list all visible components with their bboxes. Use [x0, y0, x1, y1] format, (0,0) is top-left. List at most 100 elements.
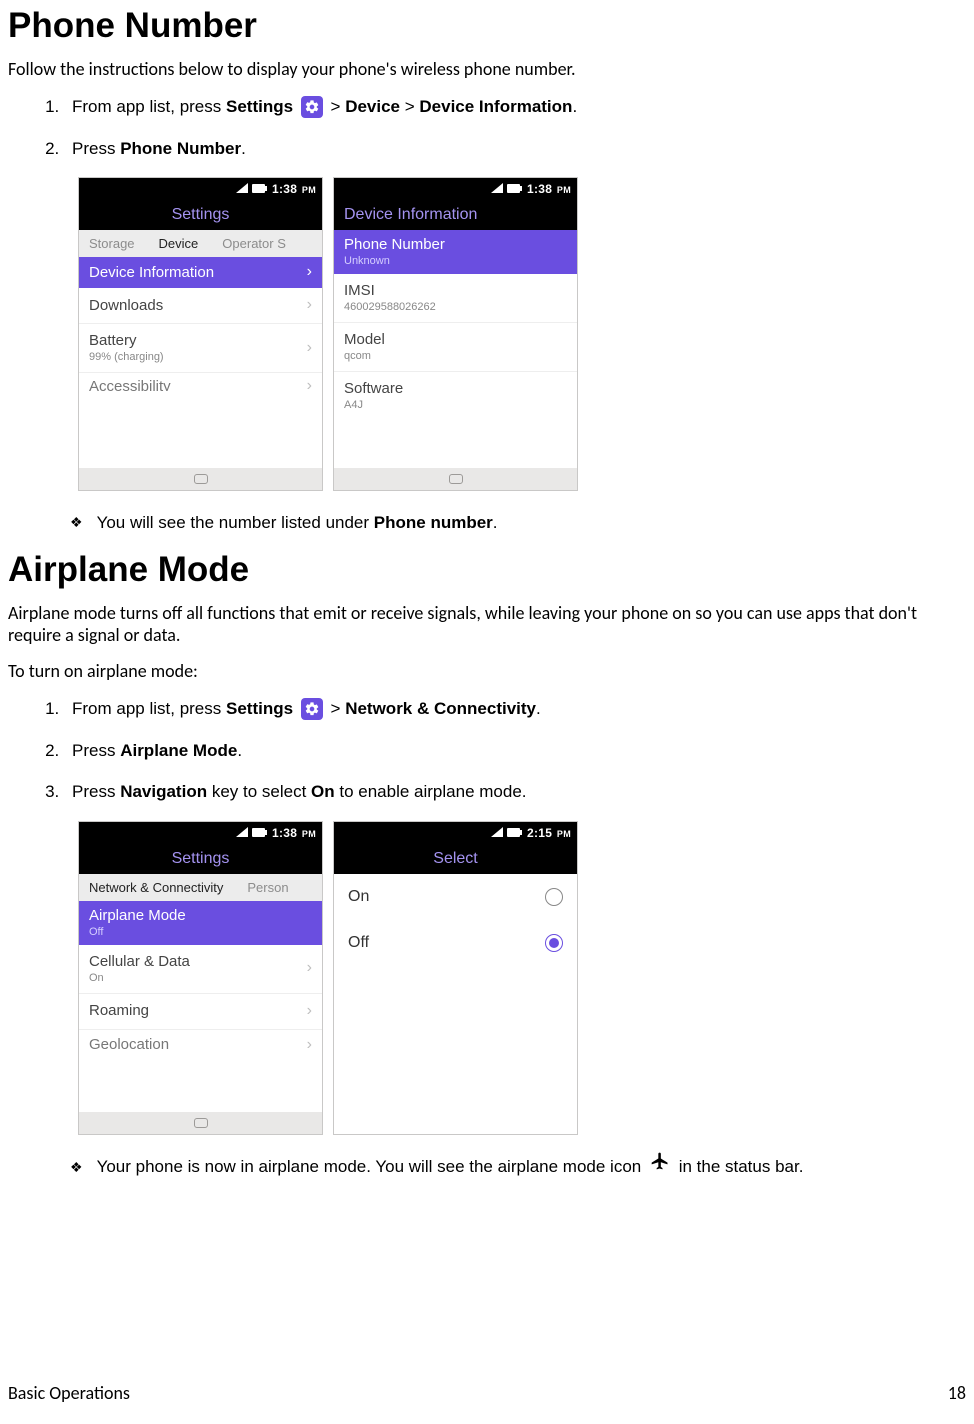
- row-sub: qcom: [344, 350, 385, 362]
- time-value: 1:38: [527, 182, 552, 196]
- status-bar: 2:15 PM: [334, 822, 577, 844]
- screenshots-phone-number: 1:38 PM Settings Storage Device Operator…: [78, 177, 966, 491]
- text: .: [237, 741, 242, 760]
- bold-phone-number: Phone Number: [120, 139, 241, 158]
- tab-storage[interactable]: Storage: [89, 236, 135, 251]
- time-ampm: PM: [557, 185, 571, 195]
- note-item: Your phone is now in airplane mode. You …: [70, 1153, 966, 1182]
- text: key to select: [207, 782, 311, 801]
- airplane-icon: [650, 1151, 670, 1179]
- chevron-right-icon: ›: [307, 1036, 312, 1052]
- row-roaming[interactable]: Roaming ›: [79, 994, 322, 1030]
- nav-bar: [334, 468, 577, 490]
- chevron-right-icon: ›: [307, 1002, 312, 1020]
- text: .: [493, 513, 498, 532]
- text: You will see the number listed under: [97, 513, 374, 532]
- note-item: You will see the number listed under Pho…: [70, 509, 966, 536]
- chevron-right-icon: ›: [307, 296, 312, 314]
- nav-bar: [79, 468, 322, 490]
- battery-icon: [507, 826, 523, 840]
- note-phone-number: You will see the number listed under Pho…: [70, 509, 966, 536]
- nav-pill-icon: [194, 1118, 208, 1128]
- screen-header: Select: [334, 844, 577, 874]
- status-bar: 1:38 PM: [79, 822, 322, 844]
- row-title: IMSI: [344, 282, 375, 299]
- phone-number-steps: From app list, press Settings > Device >…: [64, 94, 966, 161]
- footer-section: Basic Operations: [8, 1382, 130, 1404]
- row-sub: Unknown: [344, 255, 445, 267]
- screen-header: Settings: [79, 844, 322, 874]
- text: .: [572, 97, 577, 116]
- text: Press: [72, 782, 120, 801]
- row-title: Downloads: [89, 297, 163, 314]
- footer-page-number: 18: [948, 1382, 966, 1404]
- time-ampm: PM: [302, 185, 316, 195]
- bold-settings: Settings: [226, 699, 293, 718]
- bold-device: Device: [345, 97, 400, 116]
- status-time: 1:38 PM: [272, 826, 316, 840]
- row-phone-number[interactable]: Phone Number Unknown: [334, 230, 577, 274]
- row-sub: 460029588026262: [344, 301, 436, 313]
- row-title: Airplane Mode: [89, 907, 186, 924]
- text: >: [400, 97, 419, 116]
- time-value: 2:15: [527, 826, 552, 840]
- row-title: Device Information: [89, 264, 214, 281]
- row-title: Geolocation: [89, 1036, 169, 1052]
- option-off[interactable]: Off: [334, 920, 577, 966]
- row-battery[interactable]: Battery 99% (charging) ›: [79, 324, 322, 373]
- status-bar: 1:38 PM: [79, 178, 322, 200]
- nav-bar: [79, 1112, 322, 1134]
- row-imsi: IMSI 460029588026262: [334, 274, 577, 323]
- step-3: Press Navigation key to select On to ena…: [64, 779, 966, 805]
- airplane-mode-steps: From app list, press Settings > Network …: [64, 696, 966, 805]
- lead-phone-number: Follow the instructions below to display…: [8, 58, 966, 80]
- option-label: Off: [348, 934, 369, 952]
- step-1: From app list, press Settings > Network …: [64, 696, 966, 722]
- text: >: [331, 699, 346, 718]
- tab-network[interactable]: Network & Connectivity: [89, 880, 223, 895]
- bold-navigation: Navigation: [120, 782, 207, 801]
- text: From app list, press: [72, 97, 226, 116]
- screenshots-airplane-mode: 1:38 PM Settings Network & Connectivity …: [78, 821, 966, 1135]
- bold-on: On: [311, 782, 335, 801]
- row-title: Phone Number: [344, 236, 445, 253]
- chevron-right-icon: ›: [307, 263, 312, 281]
- row-title: Battery: [89, 332, 137, 349]
- bold-airplane-mode: Airplane Mode: [120, 741, 237, 760]
- text: Press: [72, 741, 120, 760]
- row-geolocation[interactable]: Geolocation ›: [79, 1030, 322, 1052]
- screen-header: Settings: [79, 200, 322, 230]
- chevron-right-icon: ›: [307, 339, 312, 357]
- time-value: 1:38: [272, 182, 297, 196]
- sublead-airplane-mode: To turn on airplane mode:: [8, 660, 966, 682]
- text: Press: [72, 139, 120, 158]
- battery-icon: [507, 182, 523, 196]
- bold-phone-number: Phone number: [374, 513, 493, 532]
- status-bar: 1:38 PM: [334, 178, 577, 200]
- bold-settings: Settings: [226, 97, 293, 116]
- radio-checked-icon: [545, 934, 563, 952]
- signal-icon: [236, 182, 248, 196]
- row-sub: On: [89, 972, 190, 984]
- option-on[interactable]: On: [334, 874, 577, 920]
- text: From app list, press: [72, 699, 226, 718]
- row-airplane-mode[interactable]: Airplane Mode Off: [79, 901, 322, 945]
- note-airplane-mode: Your phone is now in airplane mode. You …: [70, 1153, 966, 1182]
- text: Your phone is now in airplane mode. You …: [97, 1157, 646, 1176]
- row-sub: 99% (charging): [89, 351, 164, 363]
- row-sub: Off: [89, 926, 186, 938]
- chevron-right-icon: ›: [307, 377, 312, 391]
- row-accessibility[interactable]: Accessibility ›: [79, 373, 322, 391]
- row-cellular-data[interactable]: Cellular & Data On ›: [79, 945, 322, 994]
- nav-pill-icon: [449, 474, 463, 484]
- tab-person[interactable]: Person: [247, 880, 288, 895]
- tab-device[interactable]: Device: [159, 236, 199, 251]
- battery-icon: [252, 826, 268, 840]
- text: to enable airplane mode.: [335, 782, 527, 801]
- step-2: Press Phone Number.: [64, 136, 966, 162]
- row-device-information[interactable]: Device Information ›: [79, 257, 322, 288]
- tab-operator[interactable]: Operator S: [222, 236, 286, 251]
- phone-network-settings: 1:38 PM Settings Network & Connectivity …: [78, 821, 323, 1135]
- row-downloads[interactable]: Downloads ›: [79, 288, 322, 324]
- time-ampm: PM: [557, 829, 571, 839]
